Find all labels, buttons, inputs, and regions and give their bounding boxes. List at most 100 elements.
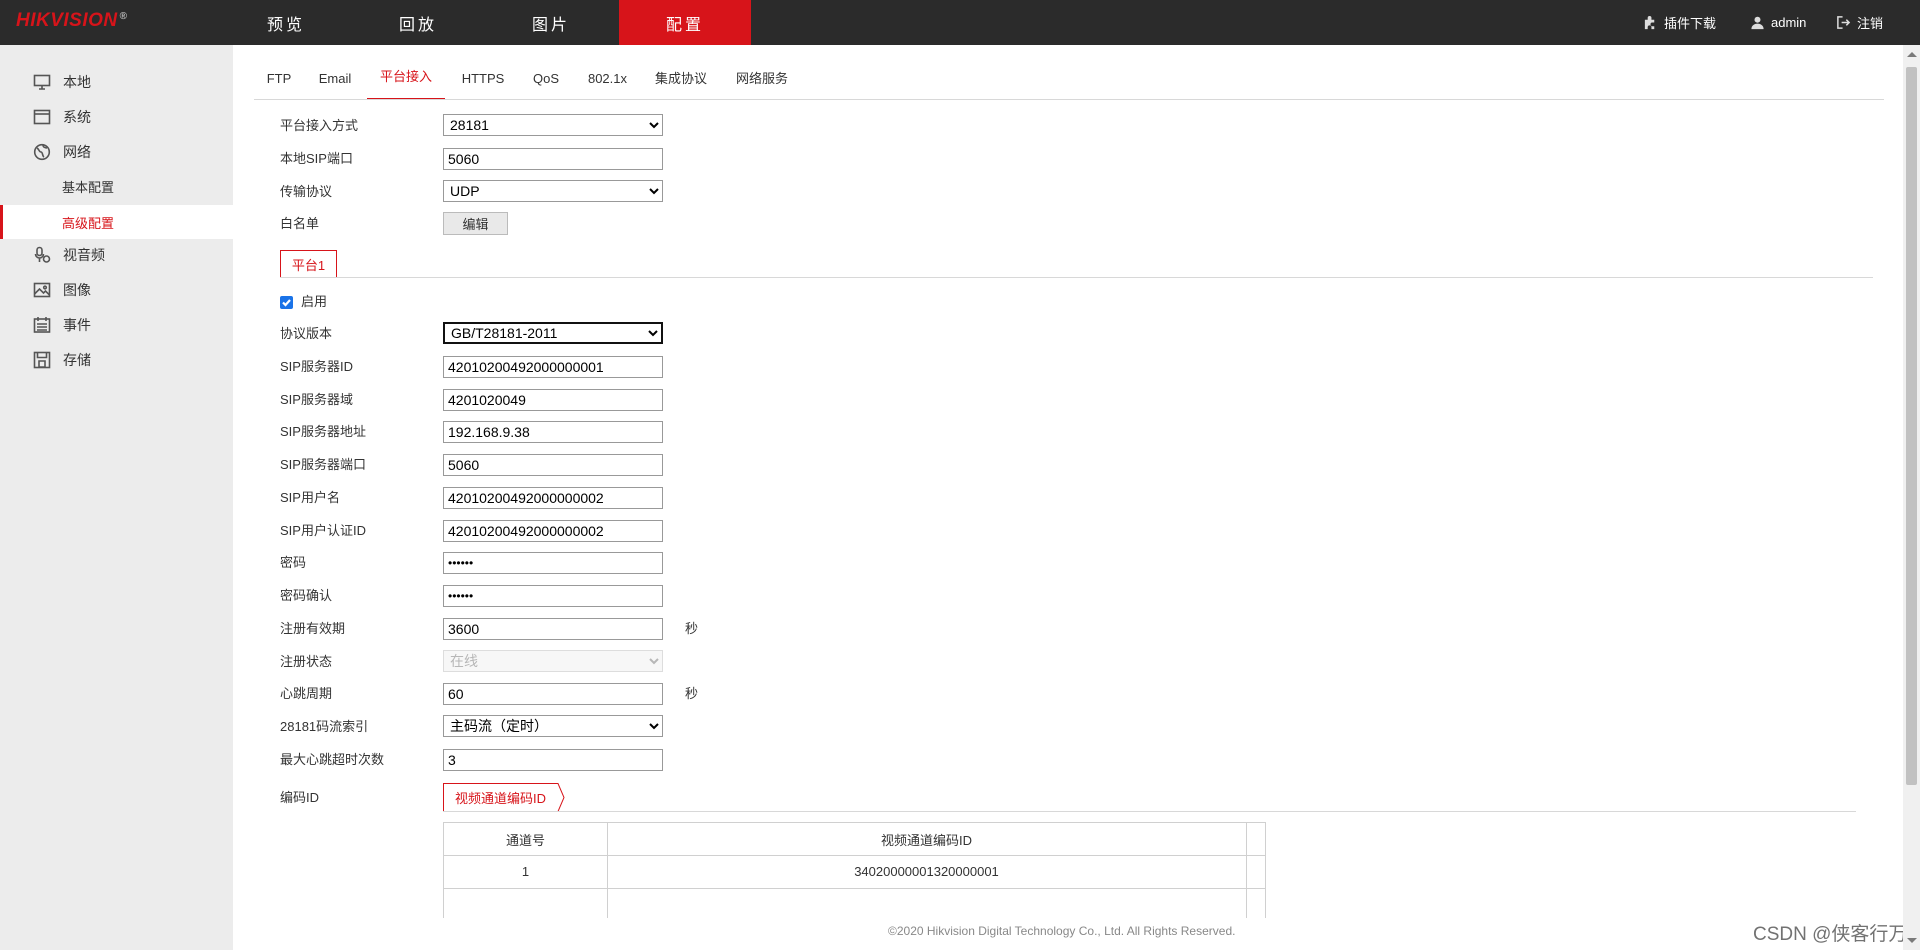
csdn-watermark: CSDN @侠客行万里 — [1753, 924, 1908, 945]
logout-icon — [1837, 16, 1851, 29]
sip-server-id-input[interactable] — [443, 356, 663, 378]
sip-server-domain-label: SIP服务器域 — [280, 392, 353, 407]
access-mode-select[interactable]: 28181 — [443, 114, 663, 136]
platform-divider — [280, 277, 1873, 278]
tab-qos[interactable]: QoS — [530, 67, 562, 99]
sip-server-port-input[interactable] — [443, 454, 663, 476]
table-cell-video-channel-id: 34020000001320000001 — [854, 864, 999, 879]
username-label: admin — [1771, 15, 1807, 30]
tab-8021x[interactable]: 802.1x — [585, 67, 630, 99]
stream-index-label: 28181码流索引 — [280, 719, 369, 734]
encoding-tab-label: 视频通道编码ID — [455, 791, 547, 806]
sidebar-item-label: 视音频 — [63, 247, 105, 263]
heartbeat-period-unit: 秒 — [685, 686, 699, 701]
globe-icon — [33, 143, 51, 161]
scroll-down-arrow-icon[interactable] — [1907, 938, 1917, 943]
page-scrollbar[interactable] — [1903, 45, 1920, 950]
user-icon — [1751, 16, 1764, 30]
registration-validity-unit: 秒 — [685, 621, 699, 636]
enable-checkbox[interactable] — [280, 296, 293, 309]
mic-icon — [34, 246, 51, 263]
transport-select[interactable]: UDP — [443, 180, 663, 202]
transport-label: 传输协议 — [280, 184, 333, 199]
tab-integration-protocol[interactable]: 集成协议 — [652, 67, 710, 99]
max-heartbeat-timeout-label: 最大心跳超时次数 — [280, 752, 385, 767]
max-heartbeat-timeout-input[interactable] — [443, 749, 663, 771]
tab-platform-1[interactable]: 平台1 — [280, 250, 337, 278]
registration-validity-input[interactable] — [443, 618, 663, 640]
nav-tab-configuration[interactable]: 配置 — [619, 0, 751, 45]
tab-network-service[interactable]: 网络服务 — [733, 67, 791, 99]
table-header-video-channel-id: 视频通道编码ID — [880, 832, 972, 848]
nav-tab-picture[interactable]: 图片 — [485, 0, 617, 45]
logout-link[interactable]: 注销 — [1836, 0, 1883, 45]
disk-icon — [33, 351, 51, 369]
monitor-icon — [33, 74, 51, 90]
nav-tab-playback[interactable]: 回放 — [352, 0, 484, 45]
plugin-download-label: 插件下载 — [1664, 16, 1717, 31]
scroll-thumb[interactable] — [1906, 67, 1917, 785]
calendar-icon — [33, 317, 51, 333]
local-sip-port-input[interactable] — [443, 148, 663, 170]
stream-index-select[interactable]: 主码流（定时） — [443, 715, 663, 737]
enable-label: 启用 — [301, 294, 328, 309]
sidebar-subitem-advanced-config[interactable]: 高级配置 — [0, 205, 233, 239]
copyright-footer: ©2020 Hikvision Digital Technology Co., … — [888, 924, 1236, 938]
sidebar-item-local[interactable]: 本地 — [0, 65, 233, 99]
sidebar-subitem-basic-config[interactable]: 基本配置 — [0, 169, 233, 203]
whitelist-label: 白名单 — [280, 216, 320, 231]
user-menu[interactable]: admin — [1750, 0, 1806, 45]
sidebar-item-label: 网络 — [63, 144, 91, 160]
sip-username-input[interactable] — [443, 487, 663, 509]
tab-ftp[interactable]: FTP — [264, 67, 294, 99]
tabs-divider — [254, 99, 1884, 100]
heartbeat-period-input[interactable] — [443, 683, 663, 705]
local-sip-port-label: 本地SIP端口 — [280, 151, 353, 166]
table-row-divider — [444, 888, 1265, 889]
sidebar-item-image[interactable]: 图像 — [0, 273, 233, 307]
sip-server-domain-input[interactable] — [443, 389, 663, 411]
sidebar-item-label: 系统 — [63, 109, 91, 125]
sip-server-id-label: SIP服务器ID — [280, 359, 353, 374]
password-label: 密码 — [280, 555, 307, 570]
tab-https[interactable]: HTTPS — [459, 67, 507, 99]
whitelist-edit-button[interactable]: 编辑 — [443, 212, 508, 235]
logout-label: 注销 — [1857, 16, 1884, 31]
sidebar-item-network[interactable]: 网络 — [0, 135, 233, 169]
heartbeat-period-label: 心跳周期 — [280, 686, 333, 701]
table-header-channel: 通道号 — [505, 832, 545, 848]
image-icon — [33, 282, 51, 298]
puzzle-icon — [1644, 15, 1655, 30]
access-mode-label: 平台接入方式 — [280, 118, 359, 133]
window-icon — [33, 109, 51, 125]
password-confirm-label: 密码确认 — [280, 588, 333, 603]
plugin-download-link[interactable]: 插件下载 — [1643, 0, 1716, 45]
encoding-id-label: 编码ID — [280, 790, 320, 805]
sidebar-item-label: 本地 — [63, 74, 91, 90]
registration-status-label: 注册状态 — [280, 654, 333, 669]
sidebar-item-storage[interactable]: 存储 — [0, 343, 233, 377]
check-icon — [282, 299, 291, 307]
sip-auth-id-label: SIP用户认证ID — [280, 523, 366, 538]
table-cell-channel: 1 — [521, 864, 530, 879]
password-confirm-input[interactable] — [443, 585, 663, 607]
sip-auth-id-input[interactable] — [443, 520, 663, 542]
sidebar-item-video-audio[interactable]: 视音频 — [0, 238, 233, 272]
protocol-version-label: 协议版本 — [280, 326, 333, 341]
tab-platform-access[interactable]: 平台接入 — [367, 67, 445, 100]
top-bar: HIKVISION ® 预览 回放 图片 配置 插件下载 admin 注销 — [0, 0, 1920, 45]
tab-video-channel-encoding-id[interactable]: 视频通道编码ID — [443, 783, 565, 812]
nav-tab-preview[interactable]: 预览 — [220, 0, 352, 45]
tab-email[interactable]: Email — [314, 67, 356, 99]
sidebar-item-system[interactable]: 系统 — [0, 100, 233, 134]
sip-username-label: SIP用户名 — [280, 490, 340, 505]
encoding-id-table: 通道号 视频通道编码ID 1 34020000001320000001 — [443, 822, 1266, 918]
sidebar-item-event[interactable]: 事件 — [0, 308, 233, 342]
protocol-version-select[interactable]: GB/T28181-2011 — [443, 322, 663, 344]
sip-server-port-label: SIP服务器端口 — [280, 457, 366, 472]
sip-server-address-input[interactable] — [443, 421, 663, 443]
sidebar-item-label: 图像 — [63, 282, 91, 298]
password-input[interactable] — [443, 552, 663, 574]
registration-status-select: 在线 — [443, 650, 663, 672]
scroll-up-arrow-icon[interactable] — [1907, 52, 1917, 57]
